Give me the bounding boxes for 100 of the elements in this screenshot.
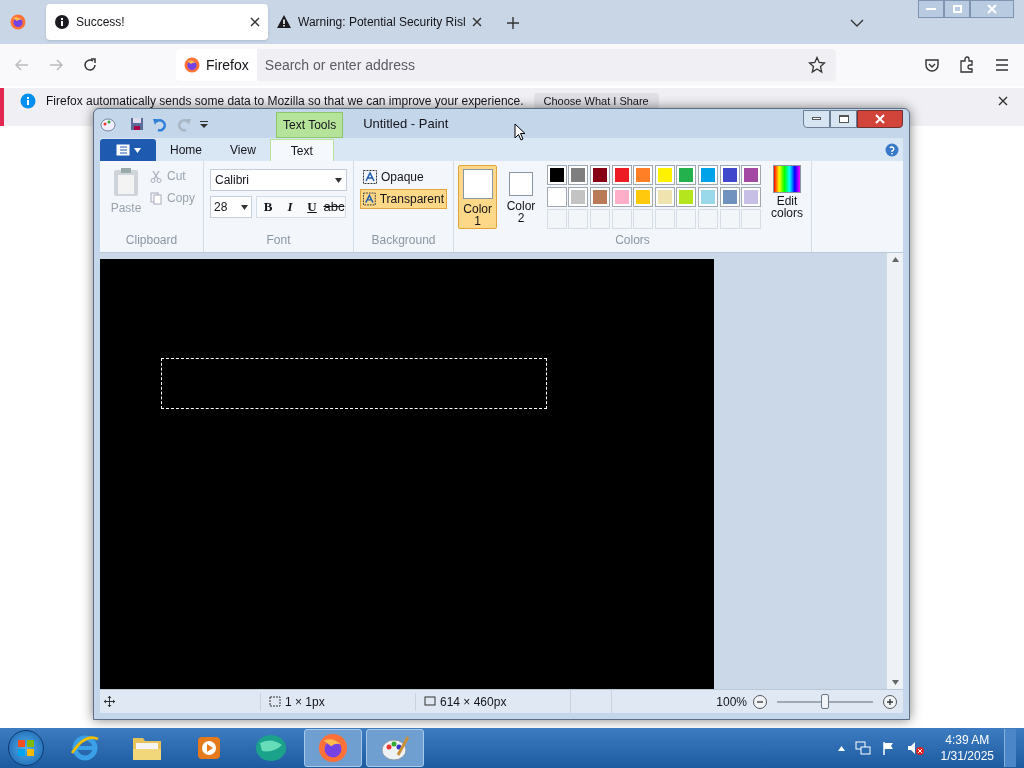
reload-icon[interactable]	[82, 57, 98, 73]
background-option[interactable]: Transparent	[360, 189, 447, 209]
color-swatch[interactable]	[611, 165, 632, 185]
color-swatch[interactable]	[698, 187, 719, 207]
color-swatch[interactable]	[633, 165, 654, 185]
close-icon	[875, 113, 885, 124]
firefox-icon	[184, 57, 200, 73]
color-swatch[interactable]	[676, 165, 697, 185]
group-label: Colors	[614, 232, 651, 249]
color-swatch[interactable]	[676, 187, 697, 207]
new-tab-icon[interactable]	[506, 16, 520, 30]
close-icon	[987, 4, 997, 14]
color-swatch[interactable]	[633, 187, 654, 207]
ribbon-tab[interactable]: View	[216, 139, 270, 161]
file-menu-button[interactable]	[100, 139, 156, 161]
canvas-size: 614 × 460px	[440, 693, 507, 711]
zoom-percentage: 100%	[716, 693, 747, 711]
ribbon-tab[interactable]: Home	[156, 139, 216, 161]
color-slot-button[interactable]: Color 1	[458, 165, 498, 229]
text-background-icon	[363, 170, 377, 184]
font-name-dropdown[interactable]: Calibri	[210, 169, 347, 191]
selection-icon	[267, 695, 281, 708]
dropdown-icon[interactable]	[200, 119, 208, 128]
close-icon[interactable]	[998, 96, 1008, 106]
close-button[interactable]	[857, 109, 903, 128]
color-swatch[interactable]	[698, 165, 719, 185]
color-swatch[interactable]	[589, 187, 610, 207]
move-icon	[104, 696, 115, 707]
restore-button[interactable]	[944, 0, 970, 18]
tab-title: Warning: Potential Security Risl	[298, 14, 466, 31]
font-style-button[interactable]: B	[257, 197, 279, 217]
menu-icon[interactable]	[994, 58, 1010, 72]
chevron-down-icon[interactable]	[850, 18, 864, 28]
scissors-icon	[150, 169, 162, 183]
color-swatch[interactable]	[719, 165, 740, 185]
text-background-icon	[363, 192, 376, 206]
zoom-in-button[interactable]	[883, 694, 897, 709]
address-input[interactable]: Search or enter address	[256, 54, 808, 76]
save-icon[interactable]	[130, 116, 144, 131]
minimize-button[interactable]	[918, 0, 944, 18]
font-style-button[interactable]: U	[301, 197, 323, 217]
help-icon[interactable]	[885, 143, 899, 157]
canvas-size-icon	[422, 695, 436, 708]
speaker-muted-icon[interactable]	[906, 740, 925, 756]
color-swatch[interactable]	[568, 165, 589, 185]
maximize-button[interactable]	[830, 109, 857, 128]
browser-tab[interactable]: Success!	[46, 4, 268, 40]
mouse-pointer-icon	[514, 122, 527, 141]
firefox-icon	[10, 14, 26, 30]
caret-icon	[241, 204, 248, 210]
start-button[interactable]	[8, 730, 44, 766]
puzzle-icon[interactable]	[958, 56, 976, 74]
zoom-out-button[interactable]	[753, 694, 767, 709]
vertical-scrollbar[interactable]	[886, 253, 903, 689]
font-style-button[interactable]: I	[279, 197, 301, 217]
scroll-down-icon	[891, 680, 899, 685]
context-tab-label: Text Tools	[276, 112, 344, 138]
color-swatch[interactable]	[741, 165, 762, 185]
browser-tab[interactable]: Warning: Potential Security Risl	[268, 4, 490, 40]
group-label: Font	[265, 232, 292, 249]
color-swatch[interactable]	[654, 187, 675, 207]
window-title: Untitled - Paint	[363, 114, 449, 133]
taskbar-button[interactable]	[304, 729, 362, 767]
minimize-button[interactable]	[803, 109, 830, 128]
group-label: Background	[370, 232, 437, 249]
edit-colors-button[interactable]: Edit colors	[767, 165, 807, 231]
show-desktop-button[interactable]	[1004, 729, 1016, 767]
close-icon[interactable]	[250, 17, 260, 27]
identity-label[interactable]: Firefox	[176, 49, 257, 81]
rainbow-icon	[773, 165, 801, 193]
forward-icon[interactable]	[48, 57, 64, 73]
color-swatch[interactable]	[654, 165, 675, 185]
color-swatch[interactable]	[719, 187, 740, 207]
color-swatch[interactable]	[589, 165, 610, 185]
caret-icon	[133, 147, 141, 153]
clock-date: 1/31/2025	[940, 748, 994, 764]
info-icon	[20, 93, 36, 109]
warning-icon	[276, 14, 292, 30]
color-swatch[interactable]	[611, 187, 632, 207]
ribbon-tab[interactable]: Text	[269, 139, 334, 161]
color-swatch[interactable]	[546, 165, 567, 185]
color-swatch[interactable]	[741, 187, 762, 207]
address-bar[interactable]: Firefox Search or enter address	[176, 49, 836, 81]
group-label: Clipboard	[124, 232, 179, 249]
font-style-button[interactable]: abc	[323, 197, 345, 217]
network-icon[interactable]	[854, 740, 871, 756]
text-box[interactable]	[161, 358, 547, 409]
color-slot-button[interactable]: Color 2	[501, 165, 541, 229]
scroll-up-icon	[891, 257, 899, 262]
tab-title: Success!	[76, 14, 126, 31]
notification-button[interactable]: Choose What I Share	[533, 93, 659, 109]
back-icon[interactable]	[14, 57, 30, 73]
paint-app-icon[interactable]	[100, 115, 116, 132]
font-size-dropdown[interactable]: 28	[210, 196, 252, 218]
background-option[interactable]: Opaque	[360, 167, 447, 187]
star-icon[interactable]	[808, 56, 826, 74]
color-swatch[interactable]	[568, 187, 589, 207]
pocket-icon[interactable]	[924, 57, 940, 73]
close-icon[interactable]	[472, 17, 482, 27]
color-swatch[interactable]	[546, 187, 567, 207]
